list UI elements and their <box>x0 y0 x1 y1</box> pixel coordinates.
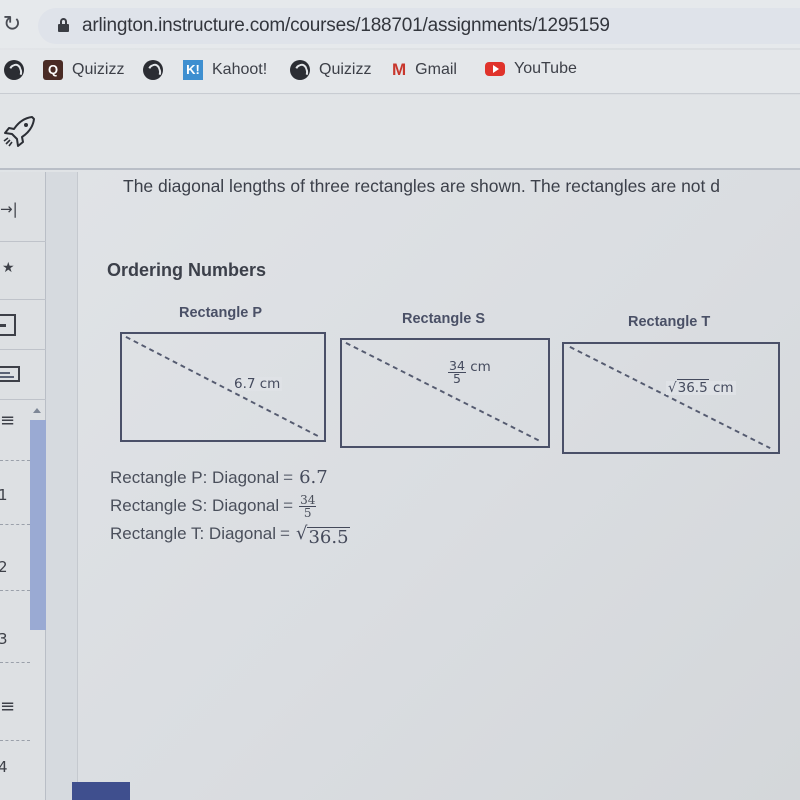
diagonal-line <box>345 342 543 444</box>
scroll-up-arrow-icon[interactable] <box>33 408 41 413</box>
gmail-icon: M <box>392 60 407 79</box>
equation-label: Rectangle T: Diagonal <box>110 524 277 543</box>
section-title: Ordering Numbers <box>107 260 267 280</box>
question-number: 1 <box>0 486 8 504</box>
screen: ↻ arlington.instructure.com/courses/1887… <box>0 0 800 800</box>
kahoot-icon: K! <box>183 60 203 80</box>
collapse-arrow-icon: →| <box>0 200 18 218</box>
pin-icon: ★ <box>2 260 15 276</box>
bookmark-globe-2[interactable] <box>143 60 163 80</box>
rectangle-p-label: Rectangle P <box>179 305 262 321</box>
radicand: 36.5 <box>676 379 709 396</box>
rectangle-p-figure: 6.7 cm <box>120 332 326 442</box>
diagonal-line <box>125 336 319 437</box>
rectangle-s-figure: 34 5 cm <box>340 338 550 448</box>
bookmark-youtube[interactable]: YouTube <box>485 60 577 78</box>
bookmark-label: Kahoot! <box>212 61 268 78</box>
equation-s: Rectangle S: Diagonal = 34 5 <box>110 492 350 520</box>
rectangle-s-label: Rectangle S <box>402 311 485 327</box>
bookmark-globe-1[interactable] <box>4 60 24 80</box>
globe-icon <box>290 60 310 80</box>
question-number: 3 <box>0 630 8 648</box>
address-bar[interactable]: arlington.instructure.com/courses/188701… <box>38 8 800 44</box>
bottom-action-button[interactable] <box>72 782 130 800</box>
rectangle-s-diagonal: 34 5 cm <box>446 359 493 386</box>
divider <box>0 662 30 663</box>
url-text[interactable]: arlington.instructure.com/courses/188701… <box>82 15 610 37</box>
rail-collapse[interactable]: →| <box>0 172 46 242</box>
divider <box>0 460 30 461</box>
bookmark-quizizz-2[interactable]: Quizizz <box>290 60 371 80</box>
equals-sign: = <box>283 468 294 487</box>
equation-label: Rectangle P: Diagonal <box>110 468 280 487</box>
globe-icon <box>143 60 163 80</box>
minus-box-icon <box>0 314 16 336</box>
rail-list-2[interactable]: ≡ <box>0 684 46 744</box>
scroll-track[interactable] <box>46 172 78 800</box>
numerator: 34 <box>299 492 317 507</box>
equation-label: Rectangle S: Diagonal <box>110 496 280 515</box>
unit: cm <box>470 359 491 375</box>
fraction: 34 5 <box>299 492 317 520</box>
scrollbar-thumb[interactable] <box>30 420 46 630</box>
text-box-icon <box>0 366 20 382</box>
youtube-icon <box>485 62 505 76</box>
bookmarks-bar: Q Quizizz K! Kahoot! Quizizz M Gmail You… <box>0 50 800 94</box>
bookmark-kahoot[interactable]: K! Kahoot! <box>183 60 267 80</box>
equation-t: Rectangle T: Diagonal = √ 36.5 <box>110 520 350 548</box>
rail-pin[interactable]: ★ <box>0 242 46 300</box>
diagonal-line <box>569 346 771 450</box>
app-header <box>0 95 800 170</box>
radicand: 36.5 <box>307 527 350 548</box>
denominator: 5 <box>303 505 312 520</box>
bookmark-quizizz[interactable]: Q Quizizz <box>43 60 124 80</box>
rail-minus-box[interactable] <box>0 300 46 350</box>
fraction: 34 5 <box>448 359 466 386</box>
equals-sign: = <box>283 496 294 515</box>
quizizz-icon: Q <box>43 60 63 80</box>
divider <box>0 524 30 525</box>
bookmark-label: Gmail <box>415 61 457 78</box>
unit: cm <box>712 380 734 396</box>
rail-text-box[interactable] <box>0 350 46 400</box>
equations: Rectangle P: Diagonal = 6.7 Rectangle S:… <box>110 464 350 548</box>
reload-icon[interactable]: ↻ <box>0 12 24 37</box>
lock-icon <box>58 18 69 32</box>
divider <box>0 740 30 741</box>
bookmark-label: YouTube <box>514 60 577 77</box>
equation-value: 6.7 <box>299 467 328 488</box>
rectangle-t-label: Rectangle T <box>628 314 711 330</box>
equals-sign: = <box>280 524 290 543</box>
equation-p: Rectangle P: Diagonal = 6.7 <box>110 464 350 492</box>
globe-icon <box>4 60 24 80</box>
bookmark-label: Quizizz <box>319 61 372 78</box>
address-row: ↻ arlington.instructure.com/courses/1887… <box>0 0 800 48</box>
question-number: 2 <box>0 558 8 576</box>
question-number: 4 <box>0 758 8 776</box>
square-root: √ 36.5 <box>295 523 350 548</box>
denominator: 5 <box>452 371 461 386</box>
rectangle-p-diagonal: 6.7 cm <box>232 376 283 392</box>
bookmark-label: Quizizz <box>72 61 125 78</box>
divider <box>0 590 30 591</box>
rectangle-t-figure: √36.5 cm <box>562 342 780 454</box>
question-intro: The diagonal lengths of three rectangles… <box>123 176 720 196</box>
rail-question-4[interactable]: 4 <box>0 750 46 800</box>
list-icon: ≡ <box>0 696 16 717</box>
list-icon: ≡ <box>0 410 16 431</box>
bookmark-gmail[interactable]: M Gmail <box>392 60 457 80</box>
rectangle-t-diagonal: √36.5 cm <box>666 379 736 396</box>
rocket-icon[interactable] <box>2 113 38 149</box>
